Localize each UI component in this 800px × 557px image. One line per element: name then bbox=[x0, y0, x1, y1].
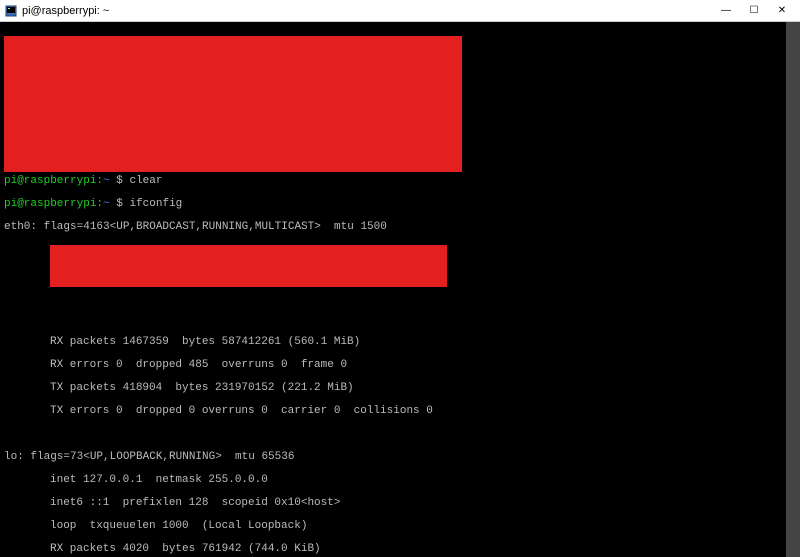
scrollbar-thumb[interactable] bbox=[786, 22, 800, 557]
minimize-button[interactable]: — bbox=[712, 1, 740, 21]
eth0-tx-packets: TX packets 418904 bytes 231970152 (221.2… bbox=[4, 383, 796, 395]
lo-rx-packets: RX packets 4020 bytes 761942 (744.0 KiB) bbox=[4, 544, 796, 556]
redacted-block-eth0 bbox=[50, 245, 447, 287]
prompt-user-host: pi@raspberrypi bbox=[4, 175, 96, 187]
eth0-rx-errors: RX errors 0 dropped 485 overruns 0 frame… bbox=[4, 360, 796, 372]
maximize-button[interactable]: ☐ bbox=[740, 1, 768, 21]
lo-inet6: inet6 ::1 prefixlen 128 scopeid 0x10<hos… bbox=[4, 498, 796, 510]
eth0-rx-packets: RX packets 1467359 bytes 587412261 (560.… bbox=[4, 337, 796, 349]
prompt-symbol: $ bbox=[116, 175, 123, 187]
lo-inet: inet 127.0.0.1 netmask 255.0.0.0 bbox=[4, 475, 796, 487]
window-controls: — ☐ ✕ bbox=[712, 1, 796, 21]
prompt-cwd: ~ bbox=[103, 175, 110, 187]
lo-header: lo: flags=73<UP,LOOPBACK,RUNNING> mtu 65… bbox=[4, 452, 796, 464]
window-title: pi@raspberrypi: ~ bbox=[22, 5, 712, 17]
close-button[interactable]: ✕ bbox=[768, 1, 796, 21]
cmd-ifconfig: ifconfig bbox=[129, 198, 182, 210]
cmd-clear: clear bbox=[129, 175, 162, 187]
putty-icon bbox=[4, 4, 18, 18]
lo-loop: loop txqueuelen 1000 (Local Loopback) bbox=[4, 521, 796, 533]
eth0-tx-errors: TX errors 0 dropped 0 overruns 0 carrier… bbox=[4, 406, 796, 418]
terminal-area[interactable]: pi@raspberrypi:~ $ clear pi@raspberrypi:… bbox=[0, 22, 800, 557]
scrollbar[interactable] bbox=[786, 22, 800, 557]
window-titlebar: pi@raspberrypi: ~ — ☐ ✕ bbox=[0, 0, 800, 22]
eth0-header: eth0: flags=4163<UP,BROADCAST,RUNNING,MU… bbox=[4, 222, 796, 234]
redacted-block-top bbox=[4, 36, 462, 172]
